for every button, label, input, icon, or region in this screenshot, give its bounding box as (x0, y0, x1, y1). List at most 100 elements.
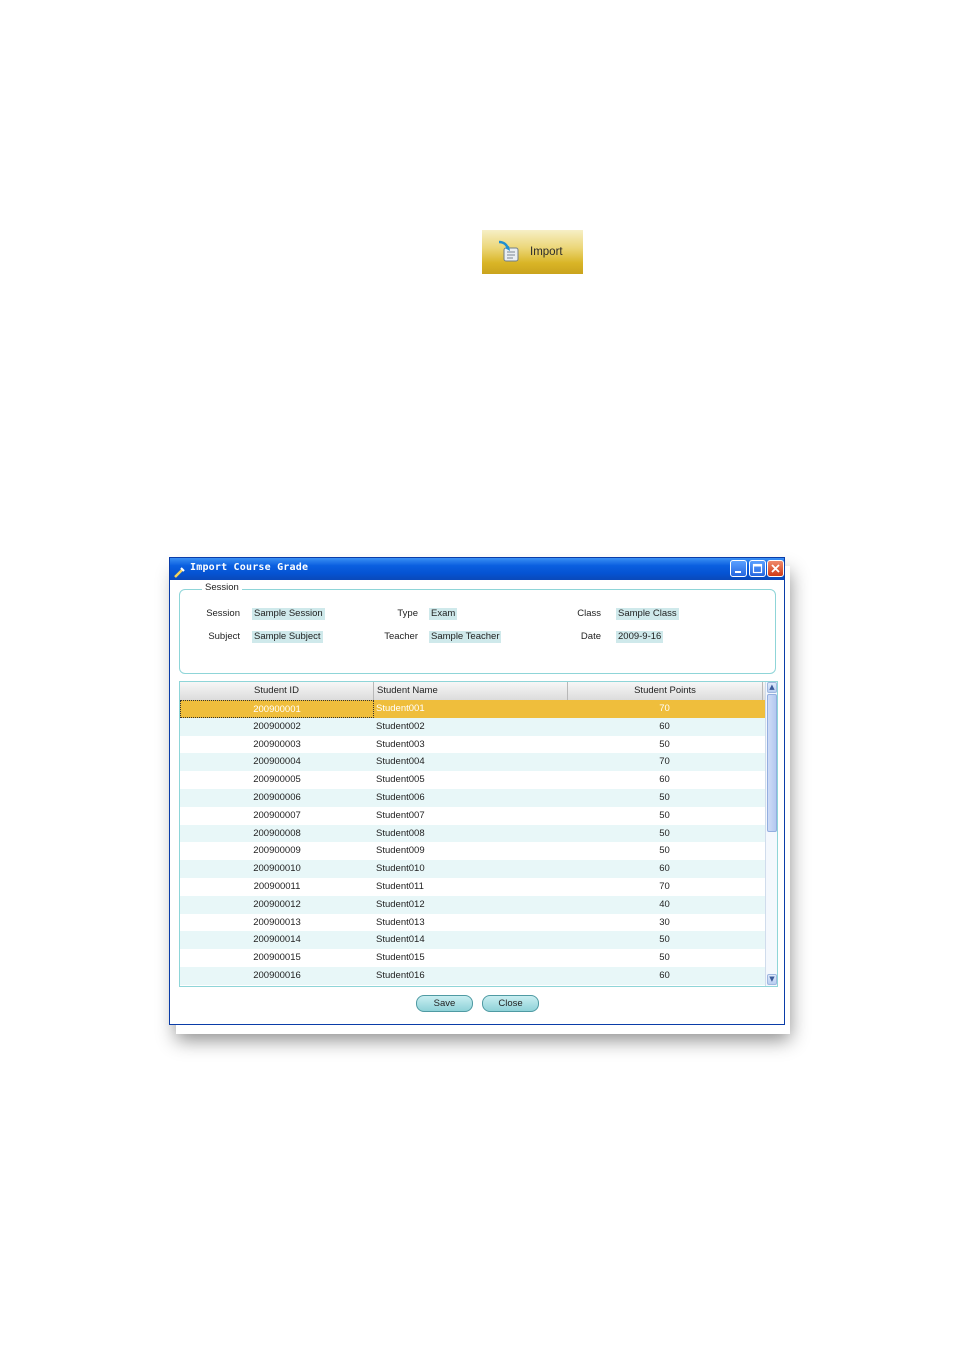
table-row[interactable]: 200900001 Student001 70 (180, 700, 765, 718)
student-id-cell[interactable]: 200900005 (180, 771, 374, 789)
student-points-cell[interactable]: 70 (568, 753, 761, 771)
table-row[interactable]: 200900005 Student005 60 (180, 771, 765, 790)
student-name-cell[interactable]: Student013 (376, 914, 566, 932)
date-label: Date (580, 631, 601, 642)
student-points-cell[interactable]: 50 (568, 931, 761, 949)
student-points-cell[interactable]: 50 (568, 807, 761, 825)
student-name-cell[interactable]: Student015 (376, 949, 566, 967)
session-value: Sample Session (252, 608, 325, 620)
save-button[interactable]: Save (416, 995, 473, 1012)
student-id-cell[interactable]: 200900007 (180, 807, 374, 825)
table-row[interactable]: 200900012 Student012 40 (180, 895, 765, 914)
window-titlebar[interactable]: Import Course Grade (170, 558, 784, 580)
session-group: Session Session Sample Session Type Exam… (179, 582, 776, 674)
student-id-cell[interactable]: 200900003 (180, 736, 374, 754)
table-row[interactable]: 200900016 Student016 60 (180, 967, 765, 985)
student-id-cell[interactable]: 200900002 (180, 718, 374, 736)
scroll-thumb[interactable] (767, 694, 777, 832)
column-header-student-id[interactable]: Student ID (180, 682, 374, 700)
session-legend: Session (202, 582, 242, 593)
student-name-cell[interactable]: Student016 (376, 967, 566, 985)
table-row[interactable]: 200900013 Student013 30 (180, 913, 765, 932)
close-icon (771, 564, 780, 573)
student-points-cell[interactable]: 40 (568, 896, 761, 914)
table-row[interactable]: 200900007 Student007 50 (180, 806, 765, 825)
student-points-cell[interactable]: 60 (568, 967, 761, 985)
student-name-cell[interactable]: Student008 (376, 825, 566, 843)
student-id-cell[interactable]: 200900010 (180, 860, 374, 878)
student-points-cell[interactable]: 50 (568, 842, 761, 860)
teacher-value: Sample Teacher (429, 631, 502, 643)
student-id-cell[interactable]: 200900009 (180, 842, 374, 860)
student-points-cell[interactable]: 70 (568, 700, 761, 718)
table-row[interactable]: 200900006 Student006 50 (180, 789, 765, 807)
maximize-button[interactable] (749, 560, 766, 577)
student-points-cell[interactable]: 50 (568, 736, 761, 754)
student-points-cell[interactable]: 60 (568, 718, 761, 736)
class-label: Class (577, 608, 601, 619)
subject-value: Sample Subject (252, 631, 323, 643)
column-header-student-name[interactable]: Student Name (374, 682, 568, 700)
subject-label: Subject (208, 631, 240, 642)
student-name-cell[interactable]: Student011 (376, 878, 566, 896)
import-button[interactable]: Import (482, 230, 583, 274)
type-label: Type (397, 608, 418, 619)
student-id-cell[interactable]: 200900001 (180, 700, 374, 718)
student-name-cell[interactable]: Student006 (376, 789, 566, 807)
maximize-icon (752, 563, 763, 574)
student-points-cell[interactable]: 50 (568, 825, 761, 843)
minimize-button[interactable] (730, 560, 747, 577)
student-id-cell[interactable]: 200900012 (180, 896, 374, 914)
grid-header: Student ID Student Name Student Points (180, 682, 765, 701)
table-row[interactable]: 200900002 Student002 60 (180, 717, 765, 736)
student-name-cell[interactable]: Student009 (376, 842, 566, 860)
student-id-cell[interactable]: 200900013 (180, 914, 374, 932)
student-points-cell[interactable]: 30 (568, 914, 761, 932)
student-id-cell[interactable]: 200900004 (180, 753, 374, 771)
teacher-label: Teacher (384, 631, 418, 642)
table-row[interactable]: 200900011 Student011 70 (180, 878, 765, 896)
student-name-cell[interactable]: Student012 (376, 896, 566, 914)
table-row[interactable]: 200900008 Student008 50 (180, 824, 765, 843)
student-name-cell[interactable]: Student001 (376, 700, 566, 718)
student-name-cell[interactable]: Student005 (376, 771, 566, 789)
grid-scrollbar[interactable]: ▲ ▼ (765, 682, 777, 986)
student-points-cell[interactable]: 50 (568, 949, 761, 967)
table-row[interactable]: 200900015 Student015 50 (180, 949, 765, 968)
student-points-cell[interactable]: 50 (568, 789, 761, 807)
student-points-cell[interactable]: 60 (568, 771, 761, 789)
student-id-cell[interactable]: 200900011 (180, 878, 374, 896)
window-title: Import Course Grade (190, 562, 309, 573)
table-row[interactable]: 200900004 Student004 70 (180, 753, 765, 772)
student-name-cell[interactable]: Student004 (376, 753, 566, 771)
close-button[interactable]: Close (482, 995, 539, 1012)
student-id-cell[interactable]: 200900008 (180, 825, 374, 843)
class-value: Sample Class (616, 608, 679, 620)
student-name-cell[interactable]: Student002 (376, 718, 566, 736)
scroll-up-arrow-icon[interactable]: ▲ (767, 682, 777, 693)
table-row[interactable]: 200900010 Student010 60 (180, 860, 765, 879)
import-label: Import (530, 246, 563, 258)
student-name-cell[interactable]: Student014 (376, 931, 566, 949)
type-value: Exam (429, 608, 458, 620)
date-value: 2009-9-16 (616, 631, 664, 643)
app-icon (174, 563, 186, 578)
close-window-button[interactable] (767, 560, 784, 577)
student-id-cell[interactable]: 200900006 (180, 789, 374, 807)
table-row[interactable]: 200900009 Student009 50 (180, 842, 765, 861)
student-points-cell[interactable]: 70 (568, 878, 761, 896)
student-id-cell[interactable]: 200900014 (180, 931, 374, 949)
student-name-cell[interactable]: Student010 (376, 860, 566, 878)
student-id-cell[interactable]: 200900015 (180, 949, 374, 967)
import-course-grade-window: Import Course Grade Session Session Samp… (169, 557, 785, 1025)
column-header-student-points[interactable]: Student Points (568, 682, 763, 700)
student-points-cell[interactable]: 60 (568, 860, 761, 878)
scroll-down-arrow-icon[interactable]: ▼ (767, 974, 777, 985)
student-name-cell[interactable]: Student007 (376, 807, 566, 825)
table-row[interactable]: 200900003 Student003 50 (180, 735, 765, 754)
student-name-cell[interactable]: Student003 (376, 736, 566, 754)
minimize-icon (735, 571, 741, 573)
import-icon (496, 239, 522, 265)
student-id-cell[interactable]: 200900016 (180, 967, 374, 985)
table-row[interactable]: 200900014 Student014 50 (180, 931, 765, 950)
